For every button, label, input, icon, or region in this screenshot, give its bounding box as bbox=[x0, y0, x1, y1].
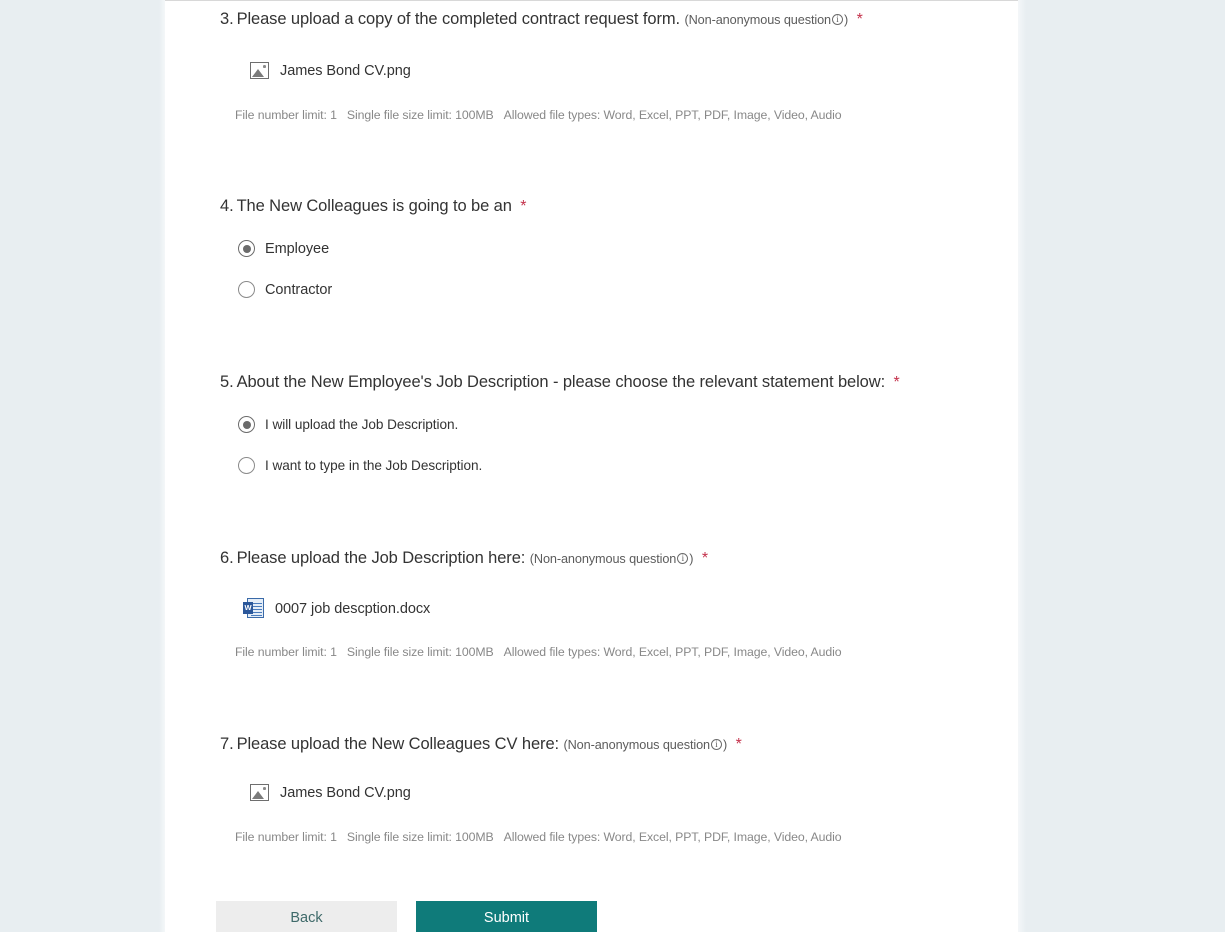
question-7-limits: File number limit: 1 Single file size lim… bbox=[235, 830, 842, 844]
question-5-option-type[interactable]: I want to type in the Job Description. bbox=[238, 457, 482, 474]
limit-file-number: File number limit: 1 bbox=[235, 830, 337, 844]
question-6-number: 6. bbox=[220, 549, 234, 567]
question-6-attachment[interactable]: W 0007 job descption.docx bbox=[243, 598, 430, 619]
card-right-edge-shadow bbox=[1018, 0, 1026, 932]
submit-button[interactable]: Submit bbox=[416, 901, 597, 932]
radio-type-job-description[interactable] bbox=[238, 457, 255, 474]
radio-employee[interactable] bbox=[238, 240, 255, 257]
radio-contractor-label[interactable]: Contractor bbox=[265, 282, 332, 298]
question-3-required-asterisk: * bbox=[856, 11, 863, 28]
limit-file-number: File number limit: 1 bbox=[235, 645, 337, 659]
question-4-required-asterisk: * bbox=[520, 198, 527, 215]
info-icon[interactable] bbox=[832, 13, 843, 25]
limit-file-types: Allowed file types: Word, Excel, PPT, PD… bbox=[503, 645, 842, 659]
word-file-badge: W bbox=[243, 602, 253, 614]
image-file-icon bbox=[250, 62, 269, 79]
question-5-title: 5. About the New Employee's Job Descripti… bbox=[220, 372, 900, 393]
limit-file-size: Single file size limit: 100MB bbox=[346, 645, 494, 659]
question-5-required-asterisk: * bbox=[893, 374, 900, 391]
forms-page: 3. Please upload a copy of the completed … bbox=[0, 0, 1225, 932]
question-3: 3. Please upload a copy of the completed … bbox=[220, 9, 863, 30]
word-file-icon: W bbox=[243, 598, 264, 619]
question-7-title: 7. Please upload the New Colleagues CV he… bbox=[220, 734, 742, 755]
question-3-number: 3. bbox=[220, 10, 234, 28]
limit-file-size: Single file size limit: 100MB bbox=[346, 108, 494, 122]
question-5-number: 5. bbox=[220, 373, 234, 391]
question-5: 5. About the New Employee's Job Descripti… bbox=[220, 372, 900, 393]
question-6: 6. Please upload the Job Description here… bbox=[220, 548, 708, 569]
question-4-number: 4. bbox=[220, 197, 234, 215]
question-3-anonymity-note: (Non-anonymous question) bbox=[684, 13, 848, 27]
info-icon[interactable] bbox=[677, 552, 689, 564]
question-4-option-contractor[interactable]: Contractor bbox=[238, 281, 332, 298]
radio-type-job-description-label[interactable]: I want to type in the Job Description. bbox=[265, 458, 482, 473]
radio-contractor[interactable] bbox=[238, 281, 255, 298]
question-7-anonymity-note: (Non-anonymous question) bbox=[563, 738, 727, 752]
radio-will-upload-job-description-label[interactable]: I will upload the Job Description. bbox=[265, 417, 458, 432]
question-7-attachment-name[interactable]: James Bond CV.png bbox=[280, 785, 411, 801]
question-7: 7. Please upload the New Colleagues CV he… bbox=[220, 734, 742, 755]
question-3-attachment-name[interactable]: James Bond CV.png bbox=[280, 63, 411, 79]
question-6-text: Please upload the Job Description here: bbox=[236, 549, 526, 567]
back-button[interactable]: Back bbox=[216, 901, 397, 932]
question-3-limits: File number limit: 1 Single file size lim… bbox=[235, 108, 842, 122]
question-6-attachment-name[interactable]: 0007 job descption.docx bbox=[275, 601, 430, 617]
question-7-required-asterisk: * bbox=[735, 736, 742, 753]
question-6-title: 6. Please upload the Job Description here… bbox=[220, 548, 708, 569]
question-5-text: About the New Employee's Job Description… bbox=[236, 373, 886, 391]
form-card: 3. Please upload a copy of the completed … bbox=[165, 0, 1018, 932]
image-file-icon bbox=[250, 784, 269, 801]
question-7-number: 7. bbox=[220, 735, 234, 753]
radio-will-upload-job-description[interactable] bbox=[238, 416, 255, 433]
limit-file-number: File number limit: 1 bbox=[235, 108, 337, 122]
question-3-attachment[interactable]: James Bond CV.png bbox=[250, 62, 411, 79]
question-6-limits: File number limit: 1 Single file size lim… bbox=[235, 645, 842, 659]
question-4-text: The New Colleagues is going to be an bbox=[236, 197, 512, 215]
limit-file-types: Allowed file types: Word, Excel, PPT, PD… bbox=[503, 830, 842, 844]
question-4-option-employee[interactable]: Employee bbox=[238, 240, 329, 257]
question-4-title: 4. The New Colleagues is going to be an * bbox=[220, 196, 527, 217]
question-3-title: 3. Please upload a copy of the completed … bbox=[220, 9, 863, 30]
question-3-text: Please upload a copy of the completed co… bbox=[236, 10, 681, 28]
radio-employee-label[interactable]: Employee bbox=[265, 241, 329, 257]
question-5-option-upload[interactable]: I will upload the Job Description. bbox=[238, 416, 458, 433]
info-icon[interactable] bbox=[711, 738, 722, 750]
question-6-anonymity-note: (Non-anonymous question) bbox=[530, 552, 694, 566]
limit-file-size: Single file size limit: 100MB bbox=[346, 830, 494, 844]
question-7-text: Please upload the New Colleagues CV here… bbox=[236, 735, 560, 753]
question-4: 4. The New Colleagues is going to be an * bbox=[220, 196, 527, 217]
limit-file-types: Allowed file types: Word, Excel, PPT, PD… bbox=[503, 108, 842, 122]
question-7-attachment[interactable]: James Bond CV.png bbox=[250, 784, 411, 801]
question-6-required-asterisk: * bbox=[701, 550, 709, 567]
